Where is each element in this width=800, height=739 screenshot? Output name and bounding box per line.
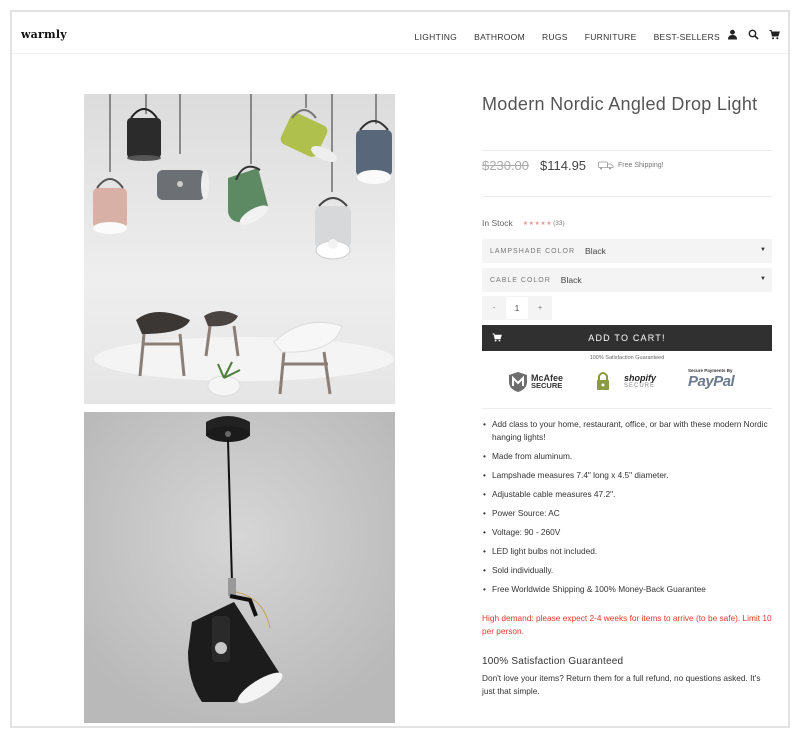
feature-list: Add class to your home, restaurant, offi… bbox=[482, 418, 772, 602]
nav-item-lighting[interactable]: LIGHTING bbox=[415, 32, 458, 42]
main-nav: LIGHTING BATHROOM RUGS FURNITURE BEST-SE… bbox=[415, 32, 720, 42]
feature-item: Lampshade measures 7.4" long x 4.5" diam… bbox=[482, 469, 772, 482]
price-row: $230.00 $114.95 Free Shipping! bbox=[482, 158, 664, 173]
feature-item: Sold individually. bbox=[482, 564, 772, 577]
quantity-input[interactable]: 1 bbox=[506, 296, 528, 320]
feature-item: Made from aluminum. bbox=[482, 450, 772, 463]
guarantee-note: 100% Satisfaction Guaranteed bbox=[589, 355, 665, 361]
cart-icon[interactable] bbox=[769, 27, 780, 40]
mcafee-shield-icon bbox=[509, 372, 527, 392]
feature-item: Adjustable cable measures 47.2". bbox=[482, 488, 772, 501]
feature-item: Add class to your home, restaurant, offi… bbox=[482, 418, 772, 444]
truck-icon bbox=[598, 161, 614, 170]
nav-item-best-sellers[interactable]: BEST-SELLERS bbox=[654, 32, 720, 42]
select-value: Black bbox=[560, 275, 582, 285]
add-to-cart-button[interactable]: ADD TO CART! bbox=[482, 325, 772, 351]
nav-item-rugs[interactable]: RUGS bbox=[542, 32, 568, 42]
trust-badges: McAfee SECURE shopify SECURE Secure Paym… bbox=[508, 366, 748, 396]
quantity-increase-button[interactable]: + bbox=[528, 296, 552, 320]
cable-color-select[interactable]: CABLE COLOR Black ▼ bbox=[482, 268, 772, 292]
product-image-lamps-collection[interactable] bbox=[84, 94, 395, 404]
mcafee-badge: McAfee SECURE bbox=[508, 371, 563, 393]
caret-down-icon: ▼ bbox=[760, 247, 766, 253]
compare-at-price: $230.00 bbox=[482, 158, 529, 173]
stock-rating-row: In Stock ★★★★★ (33) bbox=[482, 218, 565, 228]
select-value: Black bbox=[585, 246, 606, 256]
header-icons bbox=[727, 27, 780, 40]
padlock-icon bbox=[597, 372, 609, 390]
product-info: Modern Nordic Angled Drop Light $230.00 … bbox=[482, 92, 772, 696]
rating-stars[interactable]: ★★★★★ bbox=[523, 220, 552, 227]
satisfaction-heading: 100% Satisfaction Guaranteed bbox=[482, 656, 624, 667]
stock-status: In Stock bbox=[482, 218, 513, 228]
review-count[interactable]: (33) bbox=[553, 220, 565, 227]
nav-item-furniture[interactable]: FURNITURE bbox=[585, 32, 637, 42]
divider bbox=[482, 408, 772, 409]
feature-item: Free Worldwide Shipping & 100% Money-Bac… bbox=[482, 583, 772, 596]
high-demand-notice: High demand: please expect 2-4 weeks for… bbox=[482, 613, 772, 636]
shopify-secure-label: SECURE bbox=[624, 382, 656, 389]
divider bbox=[482, 150, 772, 151]
feature-item: LED light bulbs not included. bbox=[482, 545, 772, 558]
lampshade-color-select[interactable]: LAMPSHADE COLOR Black ▼ bbox=[482, 239, 772, 263]
select-label: CABLE COLOR bbox=[490, 276, 551, 284]
quantity-decrease-button[interactable]: - bbox=[482, 296, 506, 320]
lamps-collection-illustration bbox=[93, 94, 394, 397]
paypal-logo: PayPal bbox=[688, 373, 735, 390]
free-shipping-text: Free Shipping! bbox=[618, 162, 664, 169]
product-image-black-lamp[interactable] bbox=[84, 412, 395, 723]
cart-icon bbox=[492, 333, 502, 342]
feature-item: Power Source: AC bbox=[482, 507, 772, 520]
user-icon[interactable] bbox=[727, 27, 738, 40]
page-frame: warmly LIGHTING BATHROOM RUGS FURNITURE … bbox=[10, 10, 790, 728]
sale-price: $114.95 bbox=[540, 158, 587, 173]
shopify-badge: shopify SECURE bbox=[596, 371, 656, 391]
nav-item-bathroom[interactable]: BATHROOM bbox=[474, 32, 525, 42]
site-header: warmly LIGHTING BATHROOM RUGS FURNITURE … bbox=[12, 12, 788, 54]
divider bbox=[482, 196, 772, 197]
black-lamp-illustration bbox=[188, 416, 283, 704]
caret-down-icon: ▼ bbox=[760, 276, 766, 282]
search-icon[interactable] bbox=[748, 27, 759, 40]
satisfaction-text: Don't love your items? Return them for a… bbox=[482, 673, 761, 696]
shopify-label: shopify bbox=[624, 372, 657, 383]
product-title: Modern Nordic Angled Drop Light bbox=[482, 94, 758, 114]
feature-item: Voltage: 90 - 260V bbox=[482, 526, 772, 539]
select-label: LAMPSHADE COLOR bbox=[490, 247, 576, 255]
mcafee-secure-label: SECURE bbox=[531, 381, 563, 390]
add-to-cart-label: ADD TO CART! bbox=[588, 333, 666, 343]
paypal-badge: Secure Payments By PayPal bbox=[688, 368, 735, 390]
free-shipping-note: Free Shipping! bbox=[598, 161, 664, 170]
brand-logo[interactable]: warmly bbox=[21, 28, 67, 41]
quantity-stepper: - 1 + bbox=[482, 296, 552, 320]
